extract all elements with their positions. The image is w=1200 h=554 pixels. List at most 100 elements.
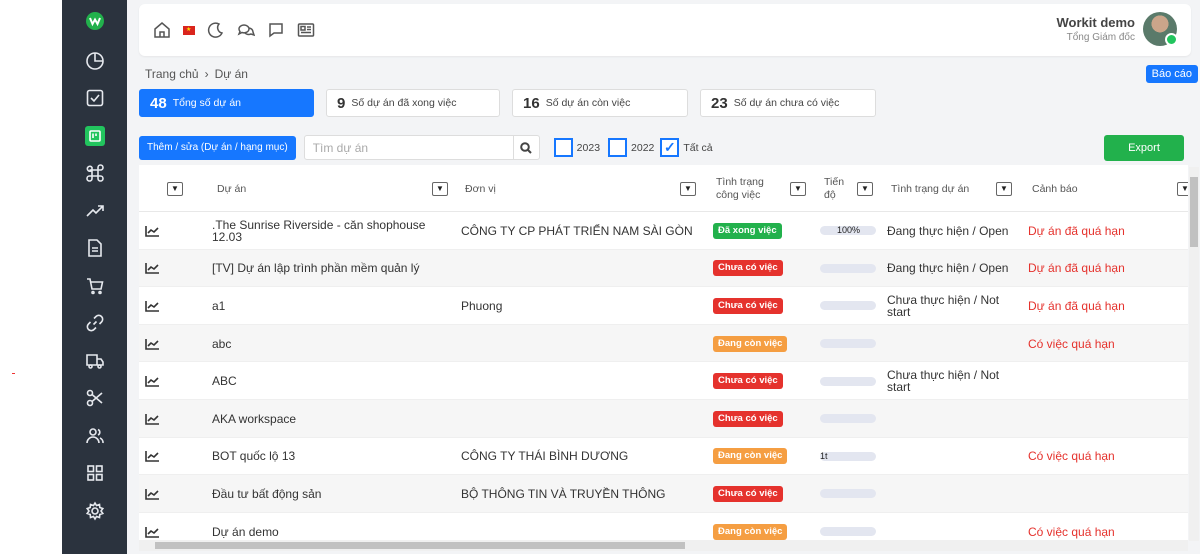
progress-bar [820,362,876,400]
progress-bar [820,287,876,325]
vertical-scrollbar[interactable] [1189,167,1199,541]
table-row[interactable]: Đầu tư bất động sản BỘ THÔNG TIN VÀ TRUYỀ… [139,475,1188,513]
chat-icon[interactable] [237,21,255,39]
scroll-thumb[interactable] [155,542,685,549]
project-unit [461,513,701,541]
checkbox-label: Tất cả [683,141,713,154]
sidebar-item-documents[interactable] [62,230,127,268]
chart-line-icon[interactable] [145,475,160,513]
user-role: Tổng Giám đốc [1066,32,1135,43]
project-name[interactable]: AKA workspace [212,400,452,438]
horizontal-scrollbar[interactable] [139,540,1188,551]
warning-text [1028,400,1178,438]
sidebar-item-projects[interactable] [62,117,127,155]
chevron-down-icon: ▼ [167,181,183,196]
chart-line-icon[interactable] [145,287,160,325]
projects-table: ▼ Dự án ▼ Đơn vị ▼ Tình trạng công việc ▼… [139,165,1188,541]
status-filter[interactable]: ▼ [790,165,806,212]
search-button[interactable] [512,136,539,159]
project-status [887,438,1017,476]
stat-total-projects[interactable]: 48 Tổng số dự án [139,89,314,117]
search-box [303,135,540,160]
project-name[interactable]: ABC [212,362,452,400]
filter-2023[interactable]: 2023 [553,138,600,157]
stat-ongoing-projects[interactable]: 16 Số dự án còn việc [512,89,688,117]
table-row[interactable]: [TV] Dự án lập trình phần mềm quản lý Chư… [139,249,1188,288]
column-header-warning: Cảnh báo [1032,182,1078,195]
sidebar-item-settings[interactable] [62,492,127,530]
table-header: ▼ Dự án ▼ Đơn vị ▼ Tình trạng công việc ▼… [139,165,1188,212]
stats-tabs: 48 Tổng số dự án 9 Số dự án đã xong việc 1… [139,89,888,117]
chart-line-icon[interactable] [145,513,160,541]
chart-line-icon[interactable] [145,362,160,400]
project-filter[interactable]: ▼ [432,165,448,212]
status-badge: Chưa có việc [713,362,783,400]
vietnam-flag-icon[interactable] [183,25,195,35]
message-icon[interactable] [267,21,285,39]
app-logo[interactable] [62,0,127,42]
users-icon [85,427,104,443]
user-menu[interactable]: Workit demo Tổng Giám đốc [1057,12,1178,46]
sidebar-item-links[interactable] [62,305,127,343]
project-status-filter[interactable]: ▼ [996,165,1012,212]
column-header-status: Tình trạng công việc [716,165,764,212]
checkbox-2023[interactable] [553,138,573,157]
sidebar-item-command[interactable] [62,155,127,193]
home-icon[interactable] [153,21,171,39]
stat-done-projects[interactable]: 9 Số dự án đã xong việc [326,89,500,117]
scroll-thumb[interactable] [1190,177,1198,247]
left-margin [0,0,62,554]
stat-no-task-projects[interactable]: 23 Số dự án chưa có việc [700,89,876,117]
sidebar-item-dashboard[interactable] [62,42,127,80]
sidebar-item-apps[interactable] [62,455,127,493]
chart-line-icon[interactable] [145,325,160,363]
table-row[interactable]: BOT quốc lộ 13 CÔNG TY THÁI BÌNH DƯƠNG Đan… [139,437,1188,476]
table-row[interactable]: abc Đang còn việc Có việc quá hạn [139,324,1188,363]
main-content: Workit demo Tổng Giám đốc Trang chủ › Dự… [127,0,1200,554]
stat-label: Tổng số dự án [172,97,242,109]
table-row[interactable]: .The Sunrise Riverside - căn shophouse 1… [139,212,1188,250]
search-input[interactable] [304,136,513,159]
project-name[interactable]: a1 [212,287,452,325]
sidebar-item-tools[interactable] [62,380,127,418]
project-name[interactable]: Đầu tư bất động sản [212,475,452,513]
project-name[interactable]: BOT quốc lộ 13 [212,438,452,476]
chart-line-icon[interactable] [145,212,160,250]
project-name[interactable]: .The Sunrise Riverside - căn shophouse 1… [212,212,452,250]
sidebar-item-users[interactable] [62,417,127,455]
search-icon [520,141,532,154]
filter-2022[interactable]: 2022 [608,138,654,157]
moon-icon[interactable] [207,21,225,39]
filter-all[interactable]: ✓ Tất cả [660,138,713,157]
add-edit-project-button[interactable]: Thêm / sửa (Dự án / hạng mục) [139,135,296,160]
sidebar-item-trends[interactable] [62,192,127,230]
checkbox-all[interactable]: ✓ [660,138,680,157]
sidebar-item-delivery[interactable] [62,342,127,380]
chart-line-icon[interactable] [145,400,160,438]
export-button[interactable]: Export [1104,134,1184,161]
table-row[interactable]: ABC Chưa có việc Chưa thực hiện / Not star… [139,362,1188,400]
sidebar-item-purchasing[interactable] [62,267,127,305]
user-name: Workit demo [1056,15,1136,30]
stat-count: 9 [337,94,346,112]
avatar[interactable] [1143,12,1178,46]
sidebar-item-tasks[interactable] [62,80,127,118]
chart-line-icon[interactable] [145,438,160,476]
checkbox-2022[interactable] [608,138,628,157]
project-name[interactable]: Dự án demo [212,513,452,541]
progress-bar [820,513,876,541]
table-row[interactable]: AKA workspace Chưa có việc [139,399,1188,438]
table-row[interactable]: Dự án demo Đang còn việc Có việc quá hạn [139,512,1188,541]
news-icon[interactable] [297,21,315,39]
progress-filter[interactable]: ▼ [857,165,873,212]
project-name[interactable]: [TV] Dự án lập trình phần mềm quản lý [212,250,452,288]
column-toggle[interactable]: ▼ [167,165,183,212]
unit-filter[interactable]: ▼ [680,165,696,212]
chart-line-icon[interactable] [145,250,160,288]
report-button[interactable]: Báo cáo [1145,65,1198,83]
project-name[interactable]: abc [212,325,452,363]
breadcrumb-home[interactable]: Trang chủ [145,67,199,81]
warning-filter[interactable]: ▼ [1177,165,1188,212]
table-row[interactable]: a1 Phuong Chưa có việc Chưa thực hiện / Not… [139,287,1188,325]
document-icon [87,239,102,258]
